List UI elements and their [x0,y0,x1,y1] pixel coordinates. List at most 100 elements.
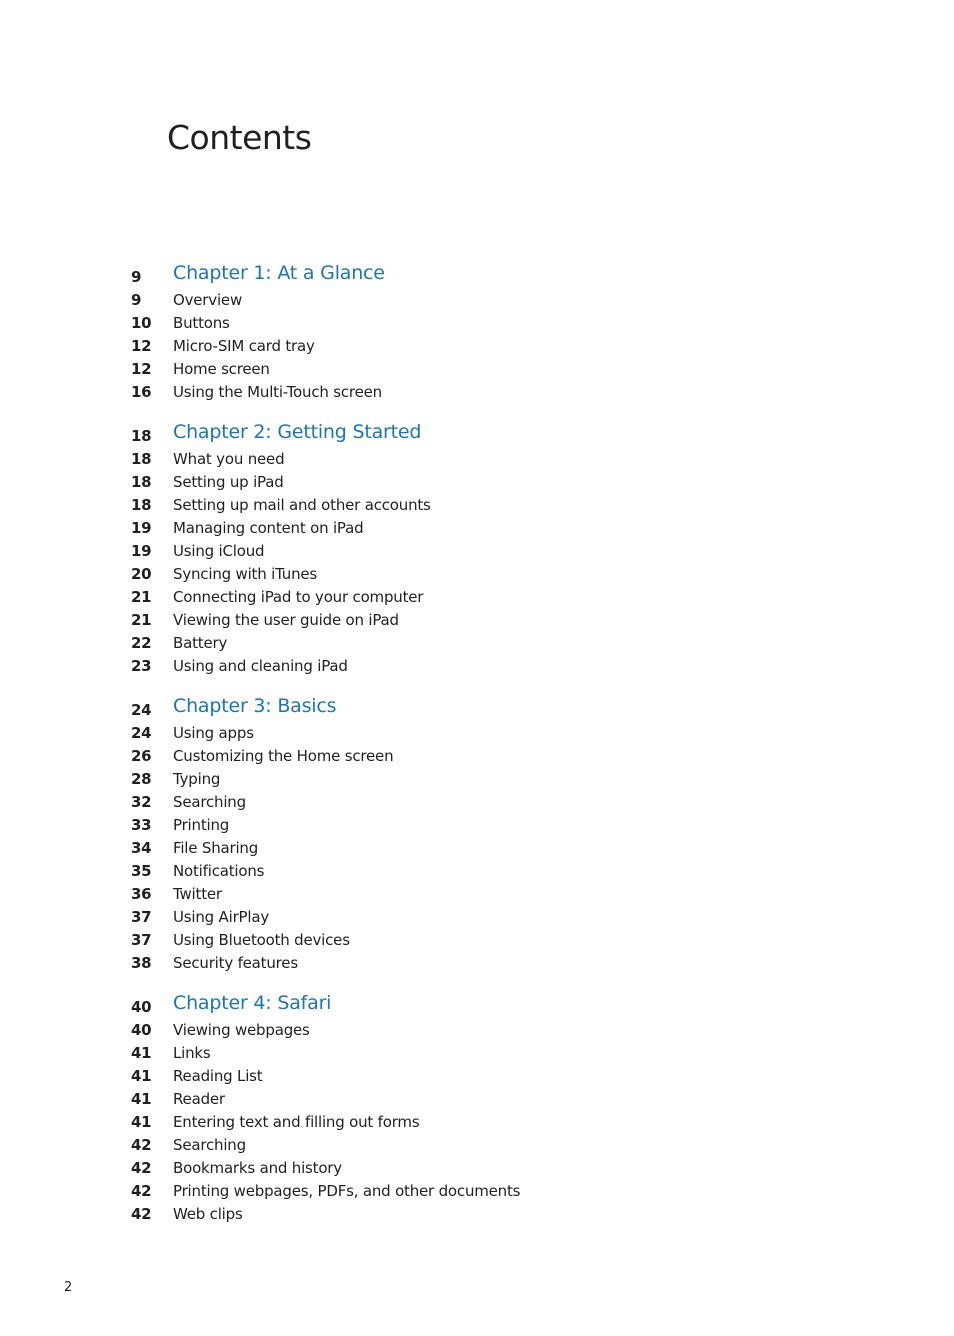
entry-title[interactable]: Viewing webpages [173,1021,310,1039]
entry-title[interactable]: Connecting iPad to your computer [173,588,423,606]
toc-entry-link[interactable]: 10 Buttons [0,311,954,334]
entry-title[interactable]: Searching [173,793,246,811]
toc-entry-link[interactable]: 42 Searching [0,1133,954,1156]
entry-page-number: 28 [131,770,152,788]
entry-title[interactable]: Syncing with iTunes [173,565,317,583]
chapter-heading-link[interactable]: 9 Chapter 1: At a Glance [0,262,954,288]
toc-entry-link[interactable]: 26 Customizing the Home screen [0,744,954,767]
toc-entry-link[interactable]: 41 Links [0,1041,954,1064]
entry-title[interactable]: Web clips [173,1205,243,1223]
toc-entry-link[interactable]: 41 Entering text and filling out forms [0,1110,954,1133]
toc-entry-link[interactable]: 40 Viewing webpages [0,1018,954,1041]
entry-title[interactable]: Reader [173,1090,225,1108]
toc-entry-link[interactable]: 19 Managing content on iPad [0,516,954,539]
entry-page-number: 41 [131,1090,152,1108]
entry-title[interactable]: Viewing the user guide on iPad [173,611,399,629]
toc-entry-link[interactable]: 18 Setting up mail and other accounts [0,493,954,516]
toc-entry-link[interactable]: 28 Typing [0,767,954,790]
entry-title[interactable]: Links [173,1044,211,1062]
toc-entry-link[interactable]: 34 File Sharing [0,836,954,859]
toc-entry-link[interactable]: 20 Syncing with iTunes [0,562,954,585]
entry-title[interactable]: Using AirPlay [173,908,269,926]
entry-title[interactable]: Micro-SIM card tray [173,337,315,355]
entry-title[interactable]: Bookmarks and history [173,1159,342,1177]
entry-title[interactable]: Setting up mail and other accounts [173,496,431,514]
toc-entry-link[interactable]: 35 Notifications [0,859,954,882]
entry-page-number: 36 [131,885,152,903]
entry-title[interactable]: What you need [173,450,285,468]
entry-page-number: 10 [131,314,152,332]
entry-page-number: 23 [131,657,152,675]
entry-title[interactable]: Security features [173,954,298,972]
entry-page-number: 41 [131,1067,152,1085]
entry-title[interactable]: Customizing the Home screen [173,747,394,765]
entry-page-number: 24 [131,724,152,742]
toc-entry-link[interactable]: 18 Setting up iPad [0,470,954,493]
toc-entry-link[interactable]: 36 Twitter [0,882,954,905]
entry-title[interactable]: Using and cleaning iPad [173,657,348,675]
chapter-title[interactable]: Chapter 1: At a Glance [173,262,385,284]
toc-entry-link[interactable]: 42 Bookmarks and history [0,1156,954,1179]
toc-entry-link[interactable]: 33 Printing [0,813,954,836]
chapter-heading-link[interactable]: 18 Chapter 2: Getting Started [0,421,954,447]
toc-entry-link[interactable]: 42 Printing webpages, PDFs, and other doc… [0,1179,954,1202]
entry-title[interactable]: Overview [173,291,242,309]
chapter-title[interactable]: Chapter 3: Basics [173,695,337,717]
toc-entry-link[interactable]: 16 Using the Multi-Touch screen [0,380,954,403]
toc-entry-link[interactable]: 32 Searching [0,790,954,813]
entry-page-number: 37 [131,908,152,926]
entry-page-number: 20 [131,565,152,583]
entry-page-number: 35 [131,862,152,880]
entry-title[interactable]: Using the Multi-Touch screen [173,383,382,401]
toc-entry-link[interactable]: 37 Using AirPlay [0,905,954,928]
entry-title[interactable]: Entering text and filling out forms [173,1113,420,1131]
entry-title[interactable]: Typing [173,770,220,788]
toc-entry-link[interactable]: 42 Web clips [0,1202,954,1225]
toc-entry-link[interactable]: 41 Reading List [0,1064,954,1087]
entry-title[interactable]: Twitter [173,885,222,903]
toc-entry-link[interactable]: 23 Using and cleaning iPad [0,654,954,677]
entry-title[interactable]: File Sharing [173,839,258,857]
entry-title[interactable]: Setting up iPad [173,473,284,491]
toc-entry-link[interactable]: 37 Using Bluetooth devices [0,928,954,951]
entry-title[interactable]: Notifications [173,862,264,880]
entry-title[interactable]: Using iCloud [173,542,265,560]
entry-page-number: 42 [131,1159,152,1177]
entry-page-number: 41 [131,1113,152,1131]
toc-entry-link[interactable]: 12 Home screen [0,357,954,380]
toc-entry-link[interactable]: 21 Viewing the user guide on iPad [0,608,954,631]
table-of-contents: 9 Chapter 1: At a Glance 9 Overview 10 Button… [0,262,954,1243]
entry-page-number: 21 [131,588,152,606]
entry-title[interactable]: Printing [173,816,229,834]
entry-page-number: 16 [131,383,152,401]
entry-page-number: 42 [131,1205,152,1223]
chapter-section: 18 Chapter 2: Getting Started 18 What you n… [0,421,954,677]
toc-entry-link[interactable]: 41 Reader [0,1087,954,1110]
entry-title[interactable]: Buttons [173,314,230,332]
toc-entry-link[interactable]: 9 Overview [0,288,954,311]
chapter-title[interactable]: Chapter 2: Getting Started [173,421,421,443]
chapter-heading-link[interactable]: 40 Chapter 4: Safari [0,992,954,1018]
toc-entry-link[interactable]: 24 Using apps [0,721,954,744]
page-number: 2 [64,1280,73,1295]
chapter-page-number: 40 [131,998,152,1016]
entry-title[interactable]: Using apps [173,724,254,742]
chapter-heading-link[interactable]: 24 Chapter 3: Basics [0,695,954,721]
chapter-page-number: 18 [131,427,152,445]
chapter-title[interactable]: Chapter 4: Safari [173,992,331,1014]
entry-title[interactable]: Battery [173,634,227,652]
entry-title[interactable]: Printing webpages, PDFs, and other docum… [173,1182,520,1200]
entry-title[interactable]: Using Bluetooth devices [173,931,350,949]
toc-entry-link[interactable]: 22 Battery [0,631,954,654]
toc-entry-link[interactable]: 12 Micro-SIM card tray [0,334,954,357]
chapter-section: 24 Chapter 3: Basics 24 Using apps 26 Customi… [0,695,954,974]
entry-page-number: 19 [131,542,152,560]
entry-title[interactable]: Home screen [173,360,270,378]
toc-entry-link[interactable]: 19 Using iCloud [0,539,954,562]
entry-title[interactable]: Searching [173,1136,246,1154]
entry-title[interactable]: Reading List [173,1067,263,1085]
toc-entry-link[interactable]: 38 Security features [0,951,954,974]
toc-entry-link[interactable]: 18 What you need [0,447,954,470]
toc-entry-link[interactable]: 21 Connecting iPad to your computer [0,585,954,608]
entry-title[interactable]: Managing content on iPad [173,519,364,537]
